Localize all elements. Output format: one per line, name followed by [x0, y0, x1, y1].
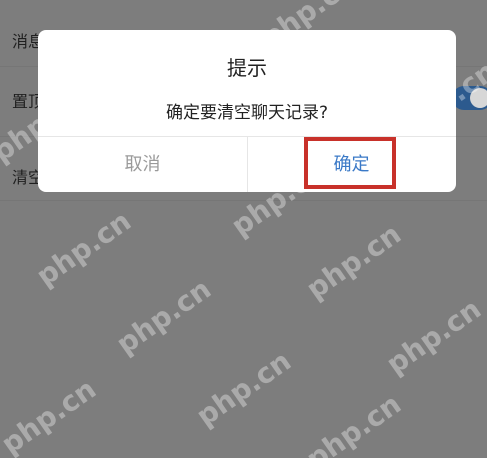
dialog-button-bar: 取消 确定 [38, 137, 456, 192]
watermark: php.cn [110, 272, 217, 361]
divider [0, 200, 487, 201]
watermark: php.cn [30, 204, 137, 293]
watermark: php.cn [190, 344, 297, 433]
dialog-title: 提示 [227, 56, 267, 80]
watermark: php.cn [0, 372, 102, 458]
confirm-button[interactable]: 确定 [247, 137, 456, 192]
toggle-knob [470, 88, 487, 108]
dialog-message: 确定要清空聊天记录? [165, 103, 329, 123]
watermark: php.cn [380, 292, 487, 381]
watermark: php.cn [300, 217, 407, 306]
pin-toggle[interactable] [452, 86, 487, 110]
confirm-dialog: 提示 确定要清空聊天记录? 取消 确定 [38, 30, 456, 192]
chat-settings-screen: 消息 置顶 清空 php.cn php.cn php.cn php.cn php… [0, 0, 487, 458]
watermark: php.cn [300, 387, 407, 458]
cancel-button[interactable]: 取消 [38, 137, 247, 192]
